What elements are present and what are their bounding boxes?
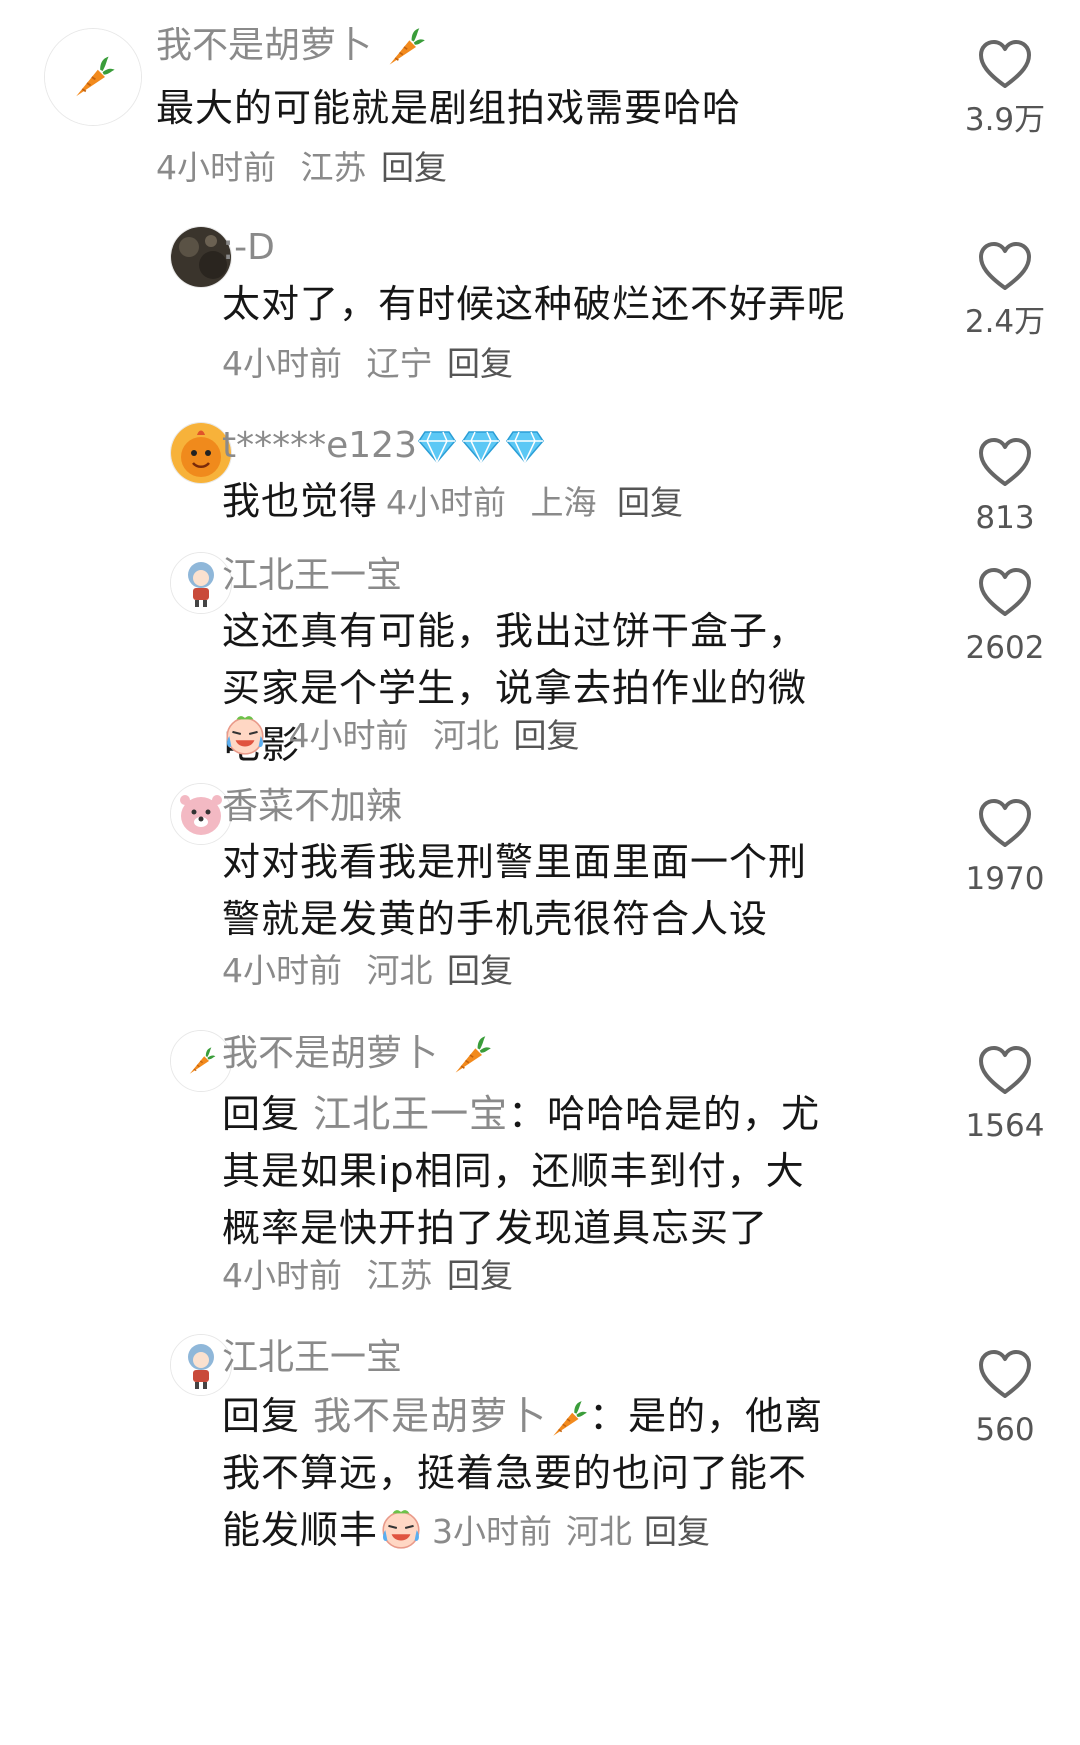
like-count: 813 (975, 500, 1035, 536)
comment-time: 4小时前 (222, 951, 342, 990)
heart-icon[interactable] (977, 436, 1033, 488)
comment-time: 4小时前 (386, 483, 507, 522)
comment-time: 4小时前 (222, 344, 342, 383)
like-button[interactable]: 1564 (960, 1044, 1050, 1146)
heart-icon[interactable] (977, 797, 1033, 849)
like-count: 1564 (965, 1108, 1045, 1144)
like-count: 1970 (965, 861, 1045, 897)
comment-meta: 4小时前 河北 回复 (222, 711, 580, 759)
crying-laugh-emoji (222, 711, 268, 757)
comment-meta: 3小时前 河北 回复 (432, 1512, 710, 1551)
like-button[interactable]: 813 (960, 436, 1050, 538)
reply-button[interactable]: 回复 (381, 148, 447, 187)
mention-link[interactable]: 我不是胡萝卜 (313, 1394, 589, 1438)
comment-meta: 4小时前 辽宁 回复 (222, 341, 513, 387)
comment-text[interactable]: 回复 我不是胡萝卜 ：是的，他离我不算远，挺着急要的也问了能不能发顺丰 3小时前 河北… (222, 1388, 842, 1560)
mention-link[interactable]: 江北王一宝 (313, 1092, 508, 1136)
comment-text[interactable]: 对对我看我是刑警里面里面一个刑警就是发黄的手机壳很符合人设 (222, 834, 842, 948)
username[interactable]: 江北王一宝 (222, 554, 402, 598)
reply-button[interactable]: 回复 (447, 951, 513, 990)
comment-text[interactable]: 我也觉得 4小时前 上海 回复 (222, 473, 892, 531)
comment-text[interactable]: 最大的可能就是剧组拍戏需要哈哈 (156, 80, 856, 137)
username[interactable]: t*****e123 (222, 424, 545, 468)
like-count: 2.4万 (964, 304, 1046, 340)
diamond-icon (461, 430, 501, 464)
reply-button[interactable]: 回复 (514, 716, 580, 755)
like-count: 2602 (965, 630, 1045, 666)
comment-meta: 4小时前 江苏 回复 (222, 1253, 513, 1299)
comment-location: 上海 (530, 483, 597, 522)
comment-text[interactable]: 太对了，有时候这种破烂还不好弄呢 (222, 276, 892, 333)
carrot-icon (449, 1033, 493, 1077)
user-avatar[interactable] (44, 28, 142, 126)
comment-location: 江苏 (300, 148, 367, 187)
reply-prefix: 回复 (222, 1092, 301, 1136)
heart-icon[interactable] (977, 566, 1033, 618)
username[interactable]: 江北王一宝 (222, 1336, 402, 1380)
comment-time: 4小时前 (222, 1256, 342, 1295)
comment-location: 辽宁 (366, 344, 433, 383)
like-count: 560 (975, 1412, 1035, 1448)
username[interactable]: :-D (222, 226, 275, 270)
like-button[interactable]: 1970 (960, 797, 1050, 899)
like-button[interactable]: 560 (960, 1348, 1050, 1450)
like-count: 3.9万 (964, 102, 1046, 138)
diamond-icon (505, 430, 545, 464)
comment-location: 河北 (433, 716, 499, 755)
reply-button[interactable]: 回复 (447, 344, 513, 383)
reply-prefix: 回复 (222, 1394, 301, 1438)
comment-meta: 4小时前 江苏 回复 (156, 145, 447, 191)
comment-meta: 4小时前 河北 回复 (222, 948, 513, 994)
like-button[interactable]: 2602 (960, 566, 1050, 668)
heart-icon[interactable] (977, 240, 1033, 292)
username[interactable]: 我不是胡萝卜 (222, 1032, 493, 1077)
like-button[interactable]: 2.4万 (960, 240, 1050, 342)
comment-text[interactable]: 回复 江北王一宝：哈哈哈是的，尤其是如果ip相同，还顺丰到付，大概率是快开拍了发… (222, 1086, 842, 1257)
comment-meta: 4小时前 上海 回复 (386, 483, 683, 522)
username[interactable]: 香菜不加辣 (222, 785, 402, 829)
comment-location: 河北 (566, 1512, 633, 1551)
diamond-icon (417, 430, 457, 464)
heart-icon[interactable] (977, 1044, 1033, 1096)
heart-icon[interactable] (977, 38, 1033, 90)
username[interactable]: 我不是胡萝卜 (156, 24, 427, 69)
crying-laugh-emoji (378, 1505, 424, 1551)
comment-time: 3小时前 (432, 1512, 553, 1551)
carrot-icon (383, 25, 427, 69)
comment-location: 江苏 (366, 1256, 433, 1295)
heart-icon[interactable] (977, 1348, 1033, 1400)
comment-time: 4小时前 (288, 716, 409, 755)
reply-button[interactable]: 回复 (447, 1256, 513, 1295)
comment-location: 河北 (366, 951, 433, 990)
like-button[interactable]: 3.9万 (960, 38, 1050, 140)
carrot-icon (547, 1398, 589, 1440)
reply-button[interactable]: 回复 (617, 483, 683, 522)
reply-button[interactable]: 回复 (644, 1512, 710, 1551)
comment-time: 4小时前 (156, 148, 276, 187)
